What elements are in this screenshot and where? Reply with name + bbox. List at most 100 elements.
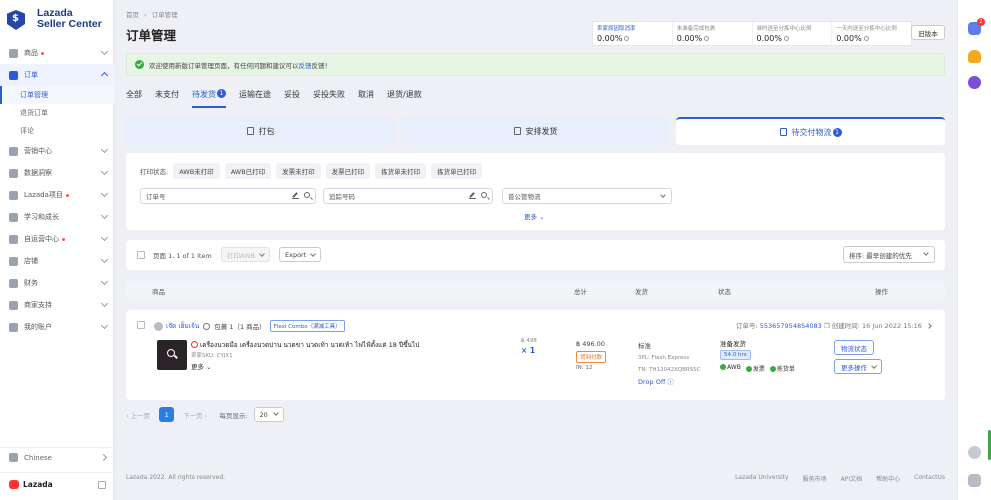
footer-link-api-docs[interactable]: API文档 bbox=[841, 474, 863, 483]
chevron-right-icon[interactable] bbox=[926, 323, 932, 329]
tab-in-transit[interactable]: 运输在途 bbox=[239, 89, 271, 108]
order-number-input[interactable]: 订单号 bbox=[140, 188, 316, 204]
order-number-link[interactable]: 553657954854083 bbox=[760, 322, 822, 330]
print-awb-button[interactable]: 打印AWB bbox=[221, 247, 270, 262]
store-icon bbox=[9, 256, 18, 266]
order-checkbox[interactable] bbox=[137, 321, 145, 329]
sidebar-item-lazada-programs[interactable]: Lazada项目 bbox=[0, 184, 114, 206]
chip-invoice-printed[interactable]: 发票已打印 bbox=[325, 163, 371, 179]
footer-link-marketplace[interactable]: 服务市场 bbox=[803, 474, 827, 483]
more-filters-link[interactable]: 更多 ⌄ bbox=[524, 211, 545, 221]
search-icon[interactable] bbox=[304, 192, 310, 198]
chevron-down-icon bbox=[100, 189, 109, 198]
drop-off-link[interactable]: Drop Off ⓘ bbox=[638, 376, 701, 388]
breadcrumb-home[interactable]: 首页 bbox=[126, 11, 139, 19]
chevron-down-icon: ⌄ bbox=[206, 363, 212, 371]
count-badge: 1 bbox=[832, 127, 842, 137]
feedback-link[interactable]: 反馈 bbox=[299, 60, 312, 70]
select-all-checkbox[interactable] bbox=[137, 251, 145, 259]
chip-awb-unprinted[interactable]: AWB未打印 bbox=[173, 163, 220, 179]
order-meta: 订单号: 553657954854083 ❐ 创建时间: 16 Jun 2022… bbox=[736, 320, 932, 330]
footer-link-contact[interactable]: ContactUs bbox=[914, 474, 945, 483]
prev-page-button[interactable]: ‹ 上一页 bbox=[126, 410, 150, 420]
sidebar-item-products[interactable]: 商品 bbox=[0, 42, 114, 64]
feedback-icon[interactable] bbox=[968, 474, 981, 487]
product-more-toggle[interactable]: 更多 ⌄ bbox=[191, 361, 212, 371]
sidebar-nav: 商品 订单 订单管理 退货订单 评论 营销中心 数据洞察 Lazada项目 学习… bbox=[0, 42, 114, 338]
copy-icon[interactable]: ❐ bbox=[824, 322, 830, 330]
chevron-down-icon: ⌄ bbox=[539, 213, 545, 221]
tab-delivery-failed[interactable]: 妥投失败 bbox=[313, 89, 345, 108]
chip-picklist-unprinted[interactable]: 拣货单未打印 bbox=[375, 163, 427, 179]
bell-icon[interactable] bbox=[968, 50, 981, 63]
self-ops-icon bbox=[9, 234, 18, 244]
tab-to-ship[interactable]: 待发货 1 bbox=[192, 89, 226, 108]
page-size-select[interactable]: 20 bbox=[253, 407, 284, 422]
assistant-icon[interactable] bbox=[968, 76, 981, 89]
awb-printed: AWB bbox=[720, 364, 741, 373]
check-icon bbox=[745, 366, 752, 372]
more-actions-button[interactable]: 更多操作 bbox=[834, 359, 882, 374]
gear-icon[interactable] bbox=[968, 446, 981, 459]
sidebar-sub-reviews[interactable]: 评论 bbox=[0, 122, 114, 140]
info-icon bbox=[624, 36, 630, 41]
step-arrange-shipment[interactable]: 安排发货 bbox=[401, 117, 670, 145]
old-version-button[interactable]: 旧版本 bbox=[911, 25, 945, 40]
step-pack[interactable]: 打包 bbox=[126, 117, 395, 145]
edit-icon[interactable] bbox=[469, 192, 476, 199]
chevron-down-icon bbox=[660, 192, 666, 198]
chip-picklist-printed[interactable]: 拣货单已打印 bbox=[431, 163, 483, 179]
stat-cancel-rate[interactable]: 卖家原因取消率 0.00% bbox=[593, 22, 673, 45]
footer-link-help[interactable]: 帮助中心 bbox=[876, 474, 900, 483]
search-icon[interactable] bbox=[481, 192, 487, 198]
sidebar-item-account[interactable]: 我的账户 bbox=[0, 316, 114, 338]
sidebar-item-finance[interactable]: 财务 bbox=[0, 272, 114, 294]
logistics-status-button[interactable]: 物流状态 bbox=[834, 340, 874, 355]
sidebar-sub-order-management[interactable]: 订单管理 bbox=[0, 86, 114, 104]
tab-cancelled[interactable]: 取消 bbox=[358, 89, 374, 108]
sidebar-item-self-ops[interactable]: 自运营中心 bbox=[0, 228, 114, 250]
buyer-name[interactable]: เจ๊ด เฮ็มเจ้น bbox=[166, 321, 199, 331]
tab-returns[interactable]: 退货/退款 bbox=[387, 89, 422, 108]
sidebar-item-orders[interactable]: 订单 bbox=[0, 64, 114, 86]
sidebar-item-learning[interactable]: 学习和成长 bbox=[0, 206, 114, 228]
breadcrumb-separator: › bbox=[144, 11, 147, 19]
page-1-button[interactable]: 1 bbox=[159, 407, 175, 422]
products-icon bbox=[9, 48, 18, 58]
tracking-number-input[interactable]: 追踪号码 bbox=[323, 188, 493, 204]
sidebar-item-store[interactable]: 店铺 bbox=[0, 250, 114, 272]
next-page-button[interactable]: 下一页 › bbox=[183, 410, 207, 420]
sidebar-sub-returns[interactable]: 退货订单 bbox=[0, 104, 114, 122]
chip-awb-printed[interactable]: AWB已打印 bbox=[224, 163, 272, 179]
chevron-down-icon bbox=[100, 321, 109, 330]
chip-invoice-unprinted[interactable]: 发票未打印 bbox=[276, 163, 321, 179]
export-button[interactable]: Export bbox=[279, 247, 322, 262]
tab-unpaid[interactable]: 未支付 bbox=[155, 89, 179, 108]
collapse-sidebar-icon[interactable] bbox=[98, 481, 106, 489]
tab-all[interactable]: 全部 bbox=[126, 89, 142, 108]
logistics-select[interactable]: 普公管物流 bbox=[502, 188, 672, 204]
product-name[interactable]: เครื่องนวดมือ เครื่องนวดบ่าน นวดขา นวดเท… bbox=[191, 340, 419, 350]
page-title: 订单管理 bbox=[126, 28, 177, 43]
sidebar-footer: Lazada bbox=[0, 472, 114, 496]
edit-icon[interactable] bbox=[292, 192, 299, 199]
feedback-banner: 欢迎使用新版订单管理页面，有任何问题和建议可以 反馈 反馈！ bbox=[126, 53, 945, 76]
footer-link-university[interactable]: Lazada University bbox=[735, 474, 789, 483]
chat-icon[interactable] bbox=[203, 322, 211, 330]
info-icon: ⓘ bbox=[667, 378, 674, 386]
step-handover[interactable]: 待交付物流 1 bbox=[676, 117, 945, 145]
sidebar-item-insights[interactable]: 数据洞察 bbox=[0, 162, 114, 184]
product-thumbnail[interactable] bbox=[157, 340, 187, 370]
main-content: 首页 › 订单管理 订单管理 卖家原因取消率 0.00% 未准备完成包裹 0.00% 准… bbox=[114, 0, 957, 500]
sidebar-item-support[interactable]: 商家支持 bbox=[0, 294, 114, 316]
sidebar-item-marketing[interactable]: 营销中心 bbox=[0, 140, 114, 162]
truck-icon bbox=[513, 127, 521, 135]
unit-price-qty: ฿ 498 × 1 bbox=[521, 338, 537, 355]
sort-select[interactable]: 排序: 最早创建的优先 bbox=[843, 246, 935, 263]
tab-delivered[interactable]: 妥投 bbox=[284, 89, 300, 108]
messages-icon[interactable]: 2 bbox=[968, 18, 985, 35]
chevron-down-icon bbox=[100, 145, 109, 154]
language-switch[interactable]: Chinese bbox=[0, 447, 114, 467]
account-icon bbox=[9, 322, 18, 332]
print-status-filter: 打印状态: AWB未打印 AWB已打印 发票未打印 发票已打印 拣货单未打印 拣… bbox=[140, 163, 487, 179]
